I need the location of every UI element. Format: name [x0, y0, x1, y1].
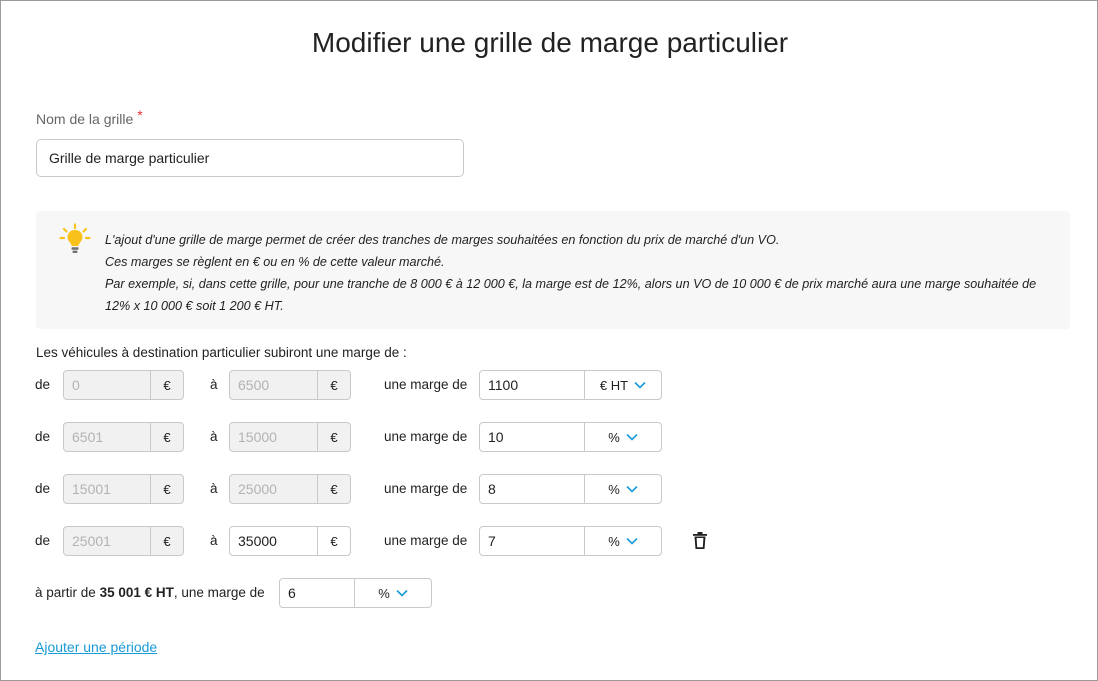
- currency-addon: €: [317, 527, 350, 555]
- from-label: de: [35, 481, 51, 496]
- margin-input[interactable]: [480, 371, 584, 399]
- info-line: Par exemple, si, dans cette grille, pour…: [105, 277, 1037, 291]
- grid-intro: Les véhicules à destination particulier …: [36, 345, 407, 360]
- info-text: L'ajout d'une grille de marge permet de …: [105, 229, 1055, 317]
- final-margin-field: %: [279, 578, 432, 608]
- currency-addon: €: [150, 475, 183, 503]
- from-field: €: [63, 370, 184, 400]
- currency-addon: €: [150, 423, 183, 451]
- from-label: de: [35, 429, 51, 444]
- unit-select[interactable]: %: [584, 475, 661, 503]
- to-label: à: [210, 429, 218, 444]
- unit-value: %: [608, 533, 620, 549]
- currency-addon: €: [317, 475, 350, 503]
- from-label: de: [35, 377, 51, 392]
- unit-select[interactable]: € HT: [584, 371, 661, 399]
- final-suffix: , une marge de: [173, 585, 265, 600]
- margin-input[interactable]: [480, 423, 584, 451]
- to-label: à: [210, 377, 218, 392]
- currency-addon: €: [150, 527, 183, 555]
- trash-icon[interactable]: [692, 532, 708, 550]
- margin-field: € HT: [479, 370, 662, 400]
- from-input: [64, 527, 150, 555]
- margin-row: de € à € une marge de %: [1, 526, 1098, 556]
- margin-field: %: [479, 422, 662, 452]
- currency-addon: €: [317, 371, 350, 399]
- add-period-link[interactable]: Ajouter une période: [35, 639, 157, 655]
- margin-input[interactable]: [480, 527, 584, 555]
- lightbulb-icon: [59, 223, 91, 253]
- info-line: Ces marges se règlent en € ou en % de ce…: [105, 255, 445, 269]
- chevron-down-icon: [626, 485, 638, 493]
- margin-field: %: [479, 474, 662, 504]
- from-label: de: [35, 533, 51, 548]
- info-box: L'ajout d'une grille de marge permet de …: [36, 211, 1070, 329]
- from-input: [64, 475, 150, 503]
- from-input: [64, 371, 150, 399]
- info-line: L'ajout d'une grille de marge permet de …: [105, 233, 780, 247]
- chevron-down-icon: [634, 381, 646, 389]
- form-panel: Modifier une grille de marge particulier…: [0, 0, 1098, 681]
- unit-select[interactable]: %: [584, 527, 661, 555]
- margin-label: une marge de: [384, 377, 468, 392]
- grid-name-label: Nom de la grille *: [36, 107, 143, 127]
- unit-value: € HT: [599, 377, 629, 393]
- currency-addon: €: [150, 371, 183, 399]
- to-input: [230, 371, 317, 399]
- required-mark: *: [137, 107, 143, 123]
- margin-row: de € à € une marge de %: [1, 422, 1098, 452]
- chevron-down-icon: [396, 589, 408, 597]
- grid-name-input[interactable]: [36, 139, 464, 177]
- unit-select[interactable]: %: [584, 423, 661, 451]
- unit-value: %: [608, 429, 620, 445]
- margin-input[interactable]: [480, 475, 584, 503]
- to-field: €: [229, 370, 351, 400]
- chevron-down-icon: [626, 537, 638, 545]
- to-field: €: [229, 474, 351, 504]
- margin-label: une marge de: [384, 533, 468, 548]
- to-input[interactable]: [230, 527, 317, 555]
- unit-value: %: [608, 481, 620, 497]
- from-input: [64, 423, 150, 451]
- chevron-down-icon: [626, 433, 638, 441]
- from-field: €: [63, 422, 184, 452]
- to-label: à: [210, 481, 218, 496]
- to-label: à: [210, 533, 218, 548]
- from-field: €: [63, 526, 184, 556]
- final-amount: 35 001 € HT: [99, 585, 174, 600]
- to-field: €: [229, 422, 351, 452]
- unit-value: %: [378, 585, 390, 601]
- final-margin-row: à partir de 35 001 € HT, une marge de %: [1, 578, 1098, 608]
- final-prefix: à partir de: [35, 585, 96, 600]
- unit-select[interactable]: %: [354, 579, 431, 607]
- to-input: [230, 423, 317, 451]
- margin-label: une marge de: [384, 481, 468, 496]
- margin-row: de € à € une marge de %: [1, 474, 1098, 504]
- grid-name-label-text: Nom de la grille: [36, 111, 134, 127]
- page-title: Modifier une grille de marge particulier: [311, 27, 789, 58]
- to-input: [230, 475, 317, 503]
- final-margin-text: à partir de 35 001 € HT, une marge de: [35, 585, 265, 600]
- margin-label: une marge de: [384, 429, 468, 444]
- from-field: €: [63, 474, 184, 504]
- to-field: €: [229, 526, 351, 556]
- final-margin-input[interactable]: [280, 579, 354, 607]
- margin-row: de € à € une marge de € HT: [1, 370, 1098, 400]
- info-line: 12% x 10 000 € soit 1 200 € HT.: [105, 299, 284, 313]
- currency-addon: €: [317, 423, 350, 451]
- margin-field: %: [479, 526, 662, 556]
